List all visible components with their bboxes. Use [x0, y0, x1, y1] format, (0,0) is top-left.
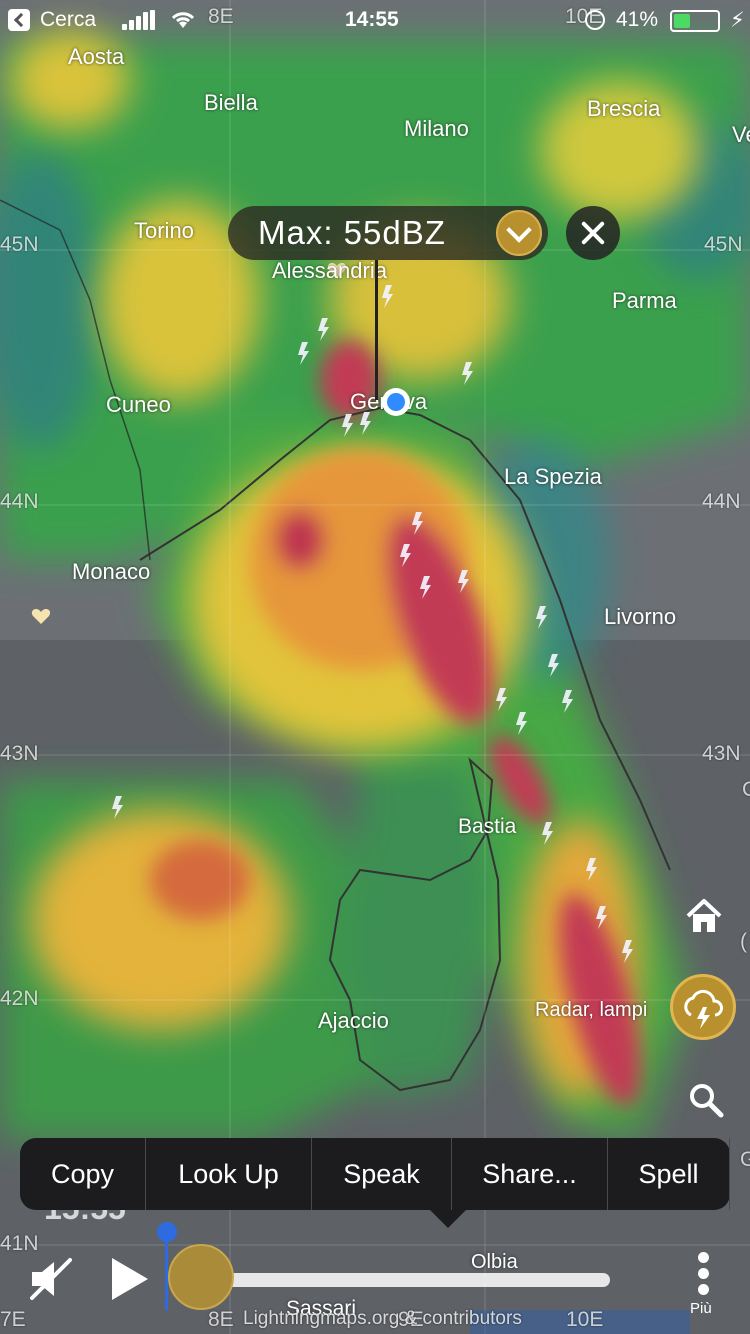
- timeline-slider-knob[interactable]: [168, 1244, 234, 1310]
- city-label-ajaccio: Ajaccio: [318, 1008, 389, 1033]
- more-label[interactable]: Più: [690, 1300, 712, 1317]
- storm-cloud-icon: [684, 989, 723, 1029]
- lat-label-42n-left: 42N: [0, 987, 39, 1010]
- status-bar: Cerca 14:55 41% ⚡: [0, 0, 750, 40]
- back-to-search-label[interactable]: Cerca: [40, 8, 96, 32]
- back-arrow-icon[interactable]: [8, 9, 30, 31]
- city-label-alessandria: Alessandria: [272, 258, 387, 283]
- play-icon[interactable]: [112, 1258, 148, 1300]
- lat-label-45n-left: 45N: [0, 233, 39, 256]
- battery-percent: 41%: [616, 8, 659, 31]
- search-icon[interactable]: [686, 1080, 726, 1120]
- max-readout-pill[interactable]: Max: 55dBZ: [228, 206, 548, 260]
- city-label-livorno: Livorno: [604, 604, 677, 629]
- battery-fill: [674, 14, 690, 28]
- menu-item-copy[interactable]: Copy: [20, 1138, 146, 1210]
- menu-item-speak[interactable]: Speak: [312, 1138, 452, 1210]
- battery-icon: [670, 10, 720, 32]
- city-label-biella: Biella: [204, 90, 258, 115]
- text-context-menu: Copy Look Up Speak Share... Spell: [20, 1138, 730, 1228]
- city-label-cuneo: Cuneo: [106, 392, 171, 417]
- menu-item-look-up[interactable]: Look Up: [146, 1138, 312, 1210]
- city-label-monaco: Monaco: [72, 559, 151, 584]
- city-label-brescia: Brescia: [587, 96, 661, 121]
- close-icon[interactable]: [566, 206, 620, 260]
- city-label-bastia: Bastia: [458, 815, 517, 838]
- city-label-torino: Torino: [134, 218, 194, 243]
- menu-item-share[interactable]: Share...: [452, 1138, 608, 1210]
- city-label-aosta: Aosta: [68, 44, 125, 69]
- clock-time: 14:55: [345, 8, 399, 31]
- timeline-slider-track[interactable]: [200, 1273, 610, 1287]
- signal-icon: [122, 10, 156, 30]
- edge-label-c: C: [742, 778, 750, 801]
- lat-label-44n-left: 44N: [0, 490, 39, 513]
- map-attribution[interactable]: Lightningmaps.org & contributors: [243, 1308, 522, 1330]
- city-label-olbia: Olbia: [471, 1251, 518, 1273]
- city-label-milano: Milano: [404, 116, 469, 141]
- city-label-la-spezia: La Spezia: [504, 464, 602, 489]
- location-marker-icon[interactable]: [382, 388, 410, 416]
- edge-label-paren: (: [740, 930, 747, 953]
- radar-map[interactable]: [0, 0, 750, 1334]
- radar-lightning-layer-button[interactable]: [670, 974, 736, 1040]
- lat-label-44n-right: 44N: [702, 490, 741, 513]
- menu-item-spell[interactable]: Spell: [608, 1138, 730, 1210]
- wifi-icon: [171, 12, 195, 28]
- city-label-parma: Parma: [612, 288, 677, 313]
- charging-icon: ⚡: [730, 9, 745, 32]
- lat-label-45n-right: 45N: [704, 233, 743, 256]
- edge-label-g: G: [740, 1148, 750, 1171]
- home-icon[interactable]: [684, 896, 724, 936]
- muted-speaker-icon[interactable]: [28, 1256, 74, 1302]
- readout-pin-line: [375, 260, 378, 400]
- city-label-ve: Ve: [732, 122, 750, 147]
- lon-label-8e-bottom: 8E: [208, 1308, 234, 1331]
- alarm-icon: [585, 10, 605, 30]
- chevron-down-icon[interactable]: [496, 210, 542, 256]
- layer-label: Radar, lampi: [535, 999, 648, 1021]
- lat-label-41n-left: 41N: [0, 1232, 39, 1255]
- lat-label-43n-right: 43N: [702, 742, 741, 765]
- menu-pointer: [430, 1210, 466, 1228]
- more-dots-icon[interactable]: [698, 1252, 710, 1296]
- lon-label-7e-bottom: 7E: [0, 1308, 26, 1331]
- max-readout-text: Max: 55dBZ: [258, 214, 446, 251]
- lat-label-43n-left: 43N: [0, 742, 39, 765]
- lon-label-10e-bottom: 10E: [566, 1308, 604, 1331]
